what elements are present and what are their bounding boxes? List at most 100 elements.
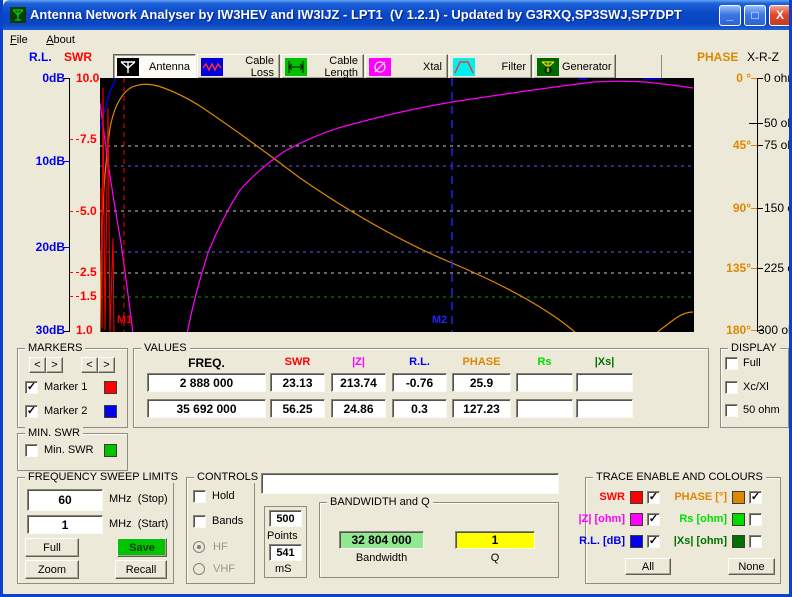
marker2-color-swatch[interactable] [104,405,117,418]
axis-tick [758,208,763,209]
trace-phase-checkbox[interactable] [749,491,762,504]
min-swr-checkbox[interactable] [25,444,38,457]
zoom-button[interactable]: Zoom [25,560,79,579]
min-swr-label: Min. SWR [44,444,94,456]
m2-rs-value [516,399,573,418]
m2-freq-value: 35 692 000 [147,399,266,418]
menu-file[interactable]: File [3,32,35,46]
menu-bar: File About [3,30,789,48]
points-count-field[interactable]: 500 [269,510,302,527]
marker2-left-button[interactable]: < [81,357,98,373]
toolbar-button-antenna[interactable]: Antenna [113,54,196,79]
save-button[interactable]: Save [117,538,167,557]
min-swr-group-title: MIN. SWR [25,427,83,439]
window-title: Antenna Network Analyser by IW3HEV and I… [30,7,682,22]
toolbar-button-xtal[interactable]: Xtal [365,54,448,79]
display-group-title: DISPLAY [728,342,780,354]
toolbar-divider [661,55,662,78]
trace-swr-swatch[interactable] [630,491,643,504]
trace-z-label: |Z| [ohm] [578,513,625,525]
toolbar-button-generator[interactable]: Generator [533,54,616,79]
markers-group-title: MARKERS [25,342,86,354]
axis-tick [751,208,757,209]
minimize-button[interactable]: _ [719,5,741,26]
column-header-z: |Z| [352,356,365,368]
close-button[interactable]: X [769,5,789,26]
axis-tick [751,145,757,146]
marker1-label: M1 [117,314,133,326]
display-xcxl-label: Xc/Xl [743,381,769,393]
cable-loss-icon [201,57,223,76]
swr-tick-label: 1.5 [80,289,97,303]
trace-rs-checkbox[interactable] [749,513,762,526]
recall-button[interactable]: Recall [115,560,167,579]
axis-tick [751,78,757,79]
toolbar-button-filter[interactable]: Filter [449,54,532,79]
axis-tick [758,268,763,269]
ohm-tick-label: 150 ohm [764,201,789,215]
trace-rl-label: R.L. [dB] [579,535,625,547]
display-50ohm-label: 50 ohm [743,404,780,416]
m1-phase-value: 25.9 [452,373,511,392]
axis-tick [70,272,79,273]
marker2-checkbox[interactable] [25,405,38,418]
trace-z-swatch[interactable] [630,513,643,526]
rl-tick-label: 30dB [35,323,65,337]
marker1-color-swatch[interactable] [104,381,117,394]
rl-tick-label: 10dB [35,154,65,168]
start-frequency-label: MHz (Start) [109,518,169,530]
start-frequency-input[interactable] [27,515,103,534]
none-button[interactable]: None [728,558,775,575]
ohm-tick-label: 50 ohm [764,116,789,130]
trace-rs-swatch[interactable] [732,513,745,526]
values-group-title: VALUES [141,342,190,354]
app-window: Antenna Network Analyser by IW3HEV and I… [0,0,792,597]
full-button[interactable]: Full [25,538,79,557]
trace-xs-checkbox[interactable] [749,535,762,548]
column-header-freq: FREQ. [188,356,225,370]
right-axis-line [757,78,758,332]
bandwidth-group-title: BANDWIDTH and Q [327,496,433,508]
swr-tick-label: 2.5 [80,265,97,279]
ohm-tick-label: 0 ohm [764,71,789,85]
all-button[interactable]: All [625,558,671,575]
display-50ohm-checkbox[interactable] [725,404,738,417]
trace-phase-swatch[interactable] [732,491,745,504]
toolbar-button-cable-length[interactable]: Cable Length [281,54,364,79]
swr-tick-label: 1.0 [76,323,93,337]
phase-tick-label: 180° [726,323,751,337]
status-input[interactable] [261,473,559,494]
m1-rl-value: -0.76 [392,373,447,392]
marker1-label-text: Marker 1 [44,381,88,393]
chart-plot-area[interactable]: M1 M2 [99,77,694,351]
menu-about[interactable]: About [39,32,82,46]
column-header-rl: R.L. [409,356,430,368]
axis-tick [63,161,70,162]
column-header-swr: SWR [284,356,311,368]
rl-tick-label: 0dB [42,71,65,85]
display-xcxl-checkbox[interactable] [725,381,738,394]
bands-checkbox[interactable] [193,515,206,528]
maximize-button[interactable]: □ [744,5,766,26]
impedance-curve-branch2 [186,80,694,335]
q-value: 1 [455,531,535,549]
hold-checkbox[interactable] [193,490,206,503]
trace-rs-label: Rs [ohm] [679,513,727,525]
marker1-right-button[interactable]: > [46,357,63,373]
toolbar-button-cable-loss[interactable]: Cable Loss [197,54,280,79]
stop-frequency-input[interactable] [27,489,103,511]
marker1-left-button[interactable]: < [29,357,46,373]
marker2-right-button[interactable]: > [98,357,115,373]
vhf-radio[interactable] [193,563,205,575]
trace-rl-swatch[interactable] [630,535,643,548]
ohm-tick-label: 300 ohm [758,323,789,337]
m1-rs-value [516,373,573,392]
trace-xs-swatch[interactable] [732,535,745,548]
display-full-checkbox[interactable] [725,357,738,370]
axis-tick [70,139,79,140]
chart-canvas [99,77,694,351]
min-swr-color-swatch[interactable] [104,444,117,457]
marker1-checkbox[interactable] [25,381,38,394]
hf-radio[interactable] [193,541,205,553]
trace-xs-label: |Xs| [ohm] [673,535,727,547]
